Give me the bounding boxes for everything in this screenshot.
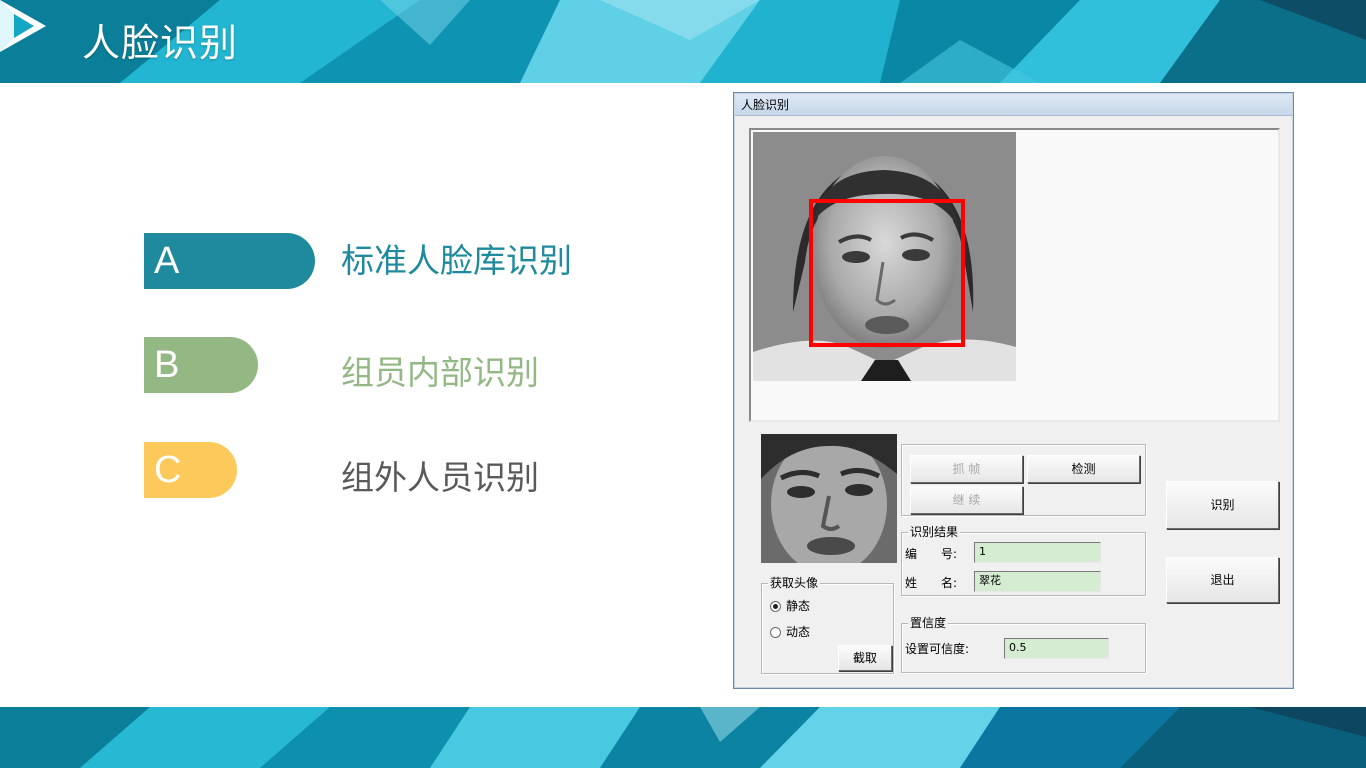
- id-label: 编 号:: [905, 547, 958, 561]
- avatar-capture-group: 获取头像 静态 动态 截取: [761, 576, 894, 674]
- option-c-badge: C: [144, 442, 237, 498]
- image-view: [749, 128, 1280, 422]
- option-c-label: 组外人员识别: [341, 458, 539, 497]
- dynamic-radio-icon[interactable]: [770, 626, 781, 638]
- capture-button[interactable]: 截取: [838, 645, 892, 671]
- confidence-field[interactable]: 0.5: [1004, 638, 1109, 659]
- play-logo-icon: [0, 0, 46, 52]
- confidence-label: 设置可信度:: [905, 642, 970, 656]
- static-radio-label: 静态: [786, 599, 811, 613]
- static-radio-icon[interactable]: [770, 600, 781, 612]
- dialog-titlebar[interactable]: 人脸识别: [735, 94, 1292, 116]
- face-recognition-dialog: 人脸识别 抓 帧 检测 继 续 识别结果 编 号: 1 姓 名: 翠花 置信度 …: [733, 92, 1294, 689]
- footer-background: [0, 707, 1366, 768]
- capture-controls-group: 抓 帧 检测 继 续: [901, 444, 1146, 516]
- face-photo: [753, 132, 1016, 381]
- page-title: 人脸识别: [82, 21, 239, 65]
- recognize-button[interactable]: 识别: [1166, 481, 1279, 529]
- static-radio[interactable]: 静态: [770, 599, 810, 613]
- confidence-group: 置信度 设置可信度: 0.5: [901, 616, 1146, 673]
- continue-button[interactable]: 继 续: [910, 486, 1023, 514]
- option-b-label: 组员内部识别: [341, 353, 539, 392]
- option-a-label: 标准人脸库识别: [341, 241, 572, 280]
- option-a-badge: A: [144, 233, 315, 289]
- dialog-title: 人脸识别: [741, 98, 790, 112]
- option-b-badge: B: [144, 337, 258, 393]
- name-field[interactable]: 翠花: [974, 571, 1101, 592]
- result-group: 识别结果 编 号: 1 姓 名: 翠花: [901, 525, 1146, 596]
- avatar-capture-legend: 获取头像: [768, 576, 821, 590]
- confidence-group-legend: 置信度: [908, 616, 949, 630]
- grab-frame-button[interactable]: 抓 帧: [910, 455, 1023, 483]
- footer-banner: [0, 707, 1366, 768]
- detect-button[interactable]: 检测: [1027, 455, 1140, 483]
- result-group-legend: 识别结果: [908, 525, 961, 539]
- face-thumbnail: [761, 434, 897, 563]
- name-label: 姓 名:: [905, 576, 958, 590]
- exit-button[interactable]: 退出: [1166, 557, 1279, 603]
- header-banner: 人脸识别: [0, 0, 1366, 83]
- dynamic-radio[interactable]: 动态: [770, 625, 810, 639]
- dynamic-radio-label: 动态: [786, 625, 811, 639]
- id-field[interactable]: 1: [974, 542, 1101, 563]
